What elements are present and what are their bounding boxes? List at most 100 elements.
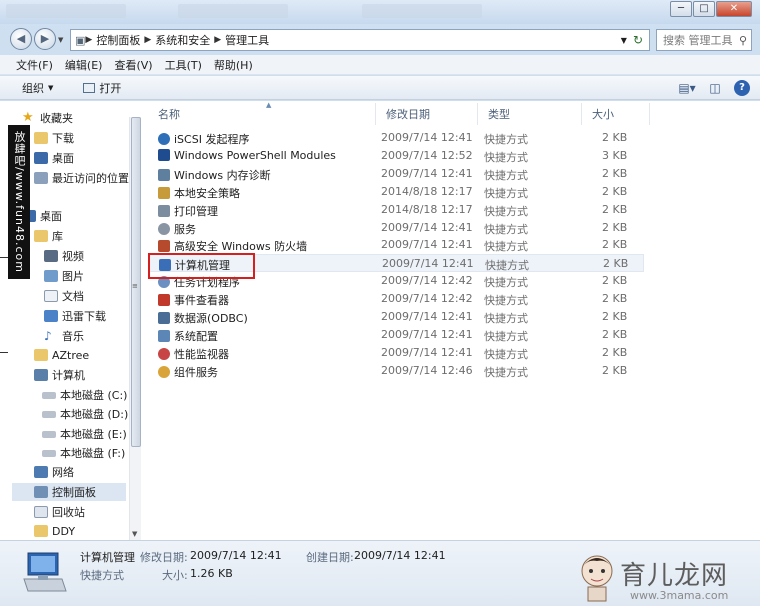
table-row[interactable]: 服务 2009/7/14 12:41 快捷方式 2 KB <box>148 219 644 237</box>
drive-icon <box>42 391 56 399</box>
breadcrumb-control-panel[interactable]: 控制面板 <box>92 32 144 48</box>
breadcrumb-system-security[interactable]: 系统和安全 <box>151 32 214 48</box>
nav-drive-d[interactable]: 本地磁盘 (D:) <box>42 405 128 423</box>
refresh-icon[interactable]: ↻ <box>633 33 649 47</box>
gear-icon <box>158 222 170 235</box>
address-bar[interactable]: ▣ ▶ 控制面板 ▶ 系统和安全 ▶ 管理工具 ▼ ↻ <box>70 29 650 51</box>
menu-file[interactable]: 文件(F) <box>10 57 59 73</box>
nav-control-panel[interactable]: 控制面板 <box>12 483 126 501</box>
search-icon[interactable]: ⚲ <box>739 34 751 47</box>
nav-library[interactable]: 库 <box>34 227 63 245</box>
file-name: 系统配置 <box>174 329 218 343</box>
file-size: 2 KB <box>602 292 628 306</box>
column-date[interactable]: 修改日期 <box>376 103 478 125</box>
organize-label: 组织 <box>22 81 44 95</box>
close-button[interactable]: ✕ <box>716 1 752 17</box>
title-bar: ─ □ ✕ <box>0 0 760 24</box>
preview-pane-icon[interactable]: ◫ <box>706 79 724 97</box>
view-options-icon[interactable]: ▤▾ <box>678 79 696 97</box>
nav-videos[interactable]: 视频 <box>44 247 84 265</box>
mascot-icon <box>581 555 613 602</box>
nav-music[interactable]: ♪ 音乐 <box>44 327 84 345</box>
star-icon: ★ <box>22 110 34 125</box>
file-name-cell: 性能监视器 <box>158 346 229 362</box>
file-name-cell: 数据源(ODBC) <box>158 310 248 326</box>
table-row[interactable]: 本地安全策略 2014/8/18 12:17 快捷方式 2 KB <box>148 183 644 201</box>
file-name-cell: 打印管理 <box>158 203 218 219</box>
table-row[interactable]: Windows 内存诊断 2009/7/14 12:41 快捷方式 2 KB <box>148 165 644 183</box>
breadcrumb-admin-tools[interactable]: 管理工具 <box>221 32 273 48</box>
table-row[interactable]: iSCSI 发起程序 2009/7/14 12:41 快捷方式 2 KB <box>148 129 644 147</box>
column-type[interactable]: 类型 <box>478 103 582 125</box>
nav-drive-f[interactable]: 本地磁盘 (F:) <box>42 444 125 462</box>
nav-recycle-bin[interactable]: 回收站 <box>34 503 85 521</box>
help-icon[interactable]: ? <box>734 80 750 96</box>
file-name-cell: 本地安全策略 <box>158 185 240 201</box>
nav-drive-c[interactable]: 本地磁盘 (C:) <box>42 386 127 404</box>
nav-thunder-downloads[interactable]: 迅雷下载 <box>44 307 106 325</box>
file-type: 快捷方式 <box>484 150 528 164</box>
search-input[interactable]: 搜索 管理工具 ⚲ <box>656 29 752 51</box>
nav-ddy[interactable]: DDY <box>34 522 75 540</box>
file-type: 快捷方式 <box>484 294 528 308</box>
table-row[interactable]: Windows PowerShell Modules 2009/7/14 12:5… <box>148 147 644 165</box>
breadcrumb-chevron-icon[interactable]: ▶ <box>85 35 92 45</box>
maximize-button[interactable]: □ <box>693 1 715 17</box>
table-row[interactable]: 系统配置 2009/7/14 12:41 快捷方式 2 KB <box>148 326 644 344</box>
nav-computer[interactable]: 计算机 <box>34 366 85 384</box>
table-row[interactable]: 高级安全 Windows 防火墙 2009/7/14 12:41 快捷方式 2 KB <box>148 236 644 254</box>
file-type: 快捷方式 <box>484 204 528 218</box>
nav-pictures[interactable]: 图片 <box>44 267 84 285</box>
menu-help[interactable]: 帮助(H) <box>208 57 259 73</box>
file-size: 2 KB <box>602 184 628 198</box>
file-size: 2 KB <box>602 310 628 323</box>
nav-downloads[interactable]: 下载 <box>34 129 74 147</box>
nav-label: 下载 <box>52 132 74 145</box>
breadcrumb-chevron-icon[interactable]: ▶ <box>144 35 151 45</box>
back-button[interactable]: ◀ <box>10 28 32 50</box>
column-name[interactable]: 名称 <box>148 103 376 125</box>
minimize-button[interactable]: ─ <box>670 1 692 17</box>
nav-desktop-fav[interactable]: 桌面 <box>34 149 74 167</box>
file-name-cell: iSCSI 发起程序 <box>158 131 249 147</box>
file-size: 2 KB <box>602 220 628 234</box>
column-size[interactable]: 大小 <box>582 103 650 125</box>
folder-icon <box>34 349 48 361</box>
file-name: iSCSI 发起程序 <box>174 133 250 146</box>
table-row[interactable]: 数据源(ODBC) 2009/7/14 12:41 快捷方式 2 KB <box>148 308 644 326</box>
blurred-tab <box>362 4 482 18</box>
forward-button[interactable]: ▶ <box>34 28 56 50</box>
policy-icon <box>158 186 170 199</box>
table-row[interactable]: 事件查看器 2009/7/14 12:42 快捷方式 2 KB <box>148 290 644 308</box>
open-button[interactable]: 打开 <box>61 80 129 96</box>
table-row[interactable]: 性能监视器 2009/7/14 12:41 快捷方式 2 KB <box>148 344 644 362</box>
components-icon <box>158 365 170 378</box>
address-dropdown-icon[interactable]: ▼ <box>621 36 633 45</box>
file-size: 2 KB <box>602 274 628 288</box>
detail-created: 2009/7/14 12:41 <box>354 549 446 562</box>
organize-button[interactable]: 组织 ▼ <box>0 80 61 96</box>
menu-edit[interactable]: 编辑(E) <box>59 57 109 73</box>
breadcrumb-chevron-icon[interactable]: ▶ <box>214 35 221 45</box>
nav-network[interactable]: 网络 <box>34 463 74 481</box>
nav-scrollbar[interactable]: ≡ ▼ <box>129 117 141 540</box>
file-date: 2009/7/14 12:41 <box>382 257 474 271</box>
table-row[interactable]: 打印管理 2014/8/18 12:17 快捷方式 2 KB <box>148 201 644 219</box>
nav-documents[interactable]: 文档 <box>44 287 84 305</box>
nav-label: 本地磁盘 (F:) <box>60 447 126 460</box>
menu-view[interactable]: 查看(V) <box>108 57 158 73</box>
nav-recent[interactable]: 最近访问的位置 <box>34 169 129 187</box>
nav-drive-e[interactable]: 本地磁盘 (E:) <box>42 425 127 443</box>
detail-type: 快捷方式 <box>80 569 124 582</box>
file-name-cell: 组件服务 <box>158 364 218 380</box>
library-icon <box>34 230 48 242</box>
nav-aztree[interactable]: AZtree <box>34 346 89 364</box>
table-row[interactable]: 组件服务 2009/7/14 12:46 快捷方式 2 KB <box>148 362 644 380</box>
detail-modified-label: 修改日期: <box>140 551 188 564</box>
scroll-down-icon[interactable]: ▼ <box>132 530 137 538</box>
desktop-icon <box>34 152 48 164</box>
history-dropdown-icon[interactable]: ▼ <box>58 36 63 44</box>
menu-tools[interactable]: 工具(T) <box>159 57 208 73</box>
file-name-cell: 事件查看器 <box>158 292 229 308</box>
file-size: 2 KB <box>602 166 628 180</box>
